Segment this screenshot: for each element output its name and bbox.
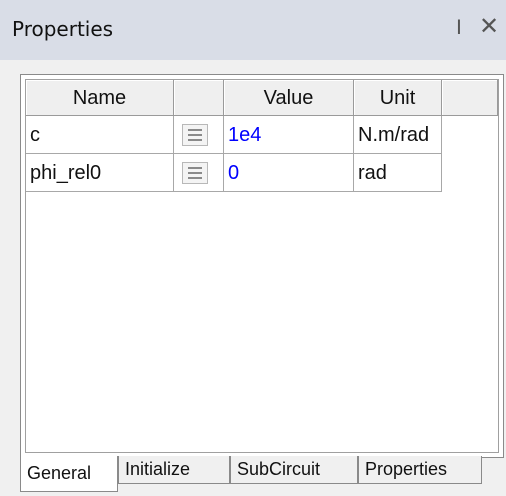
- list-edit-icon[interactable]: [182, 162, 208, 184]
- tab-properties[interactable]: Properties: [358, 456, 482, 484]
- column-header-unit[interactable]: Unit: [354, 80, 442, 116]
- column-header-button[interactable]: [174, 80, 224, 116]
- tab-initialize[interactable]: Initialize: [118, 456, 230, 484]
- row-value-cell[interactable]: 1e4: [224, 116, 354, 154]
- property-grid: Name Value Unit c 1e4 N.m/rad phi_rel0 0…: [20, 74, 504, 458]
- list-edit-icon[interactable]: [182, 124, 208, 146]
- pin-icon[interactable]: Ⅰ: [450, 16, 468, 40]
- column-header-name[interactable]: Name: [26, 80, 174, 116]
- panel-header: Properties Ⅰ ✕: [0, 0, 506, 60]
- row-button-cell: [174, 154, 224, 192]
- panel-title: Properties: [12, 17, 114, 41]
- column-header-extra[interactable]: [442, 80, 498, 116]
- tab-subcircuit[interactable]: SubCircuit: [230, 456, 358, 484]
- tab-general[interactable]: General: [20, 456, 118, 492]
- column-header-value[interactable]: Value: [224, 80, 354, 116]
- property-grid-inner: Name Value Unit c 1e4 N.m/rad phi_rel0 0…: [25, 79, 499, 453]
- row-unit-cell[interactable]: rad: [354, 154, 442, 192]
- row-value-cell[interactable]: 0: [224, 154, 354, 192]
- row-name-cell[interactable]: phi_rel0: [26, 154, 174, 192]
- row-name-cell[interactable]: c: [26, 116, 174, 154]
- close-icon[interactable]: ✕: [478, 14, 500, 40]
- row-button-cell: [174, 116, 224, 154]
- row-unit-cell[interactable]: N.m/rad: [354, 116, 442, 154]
